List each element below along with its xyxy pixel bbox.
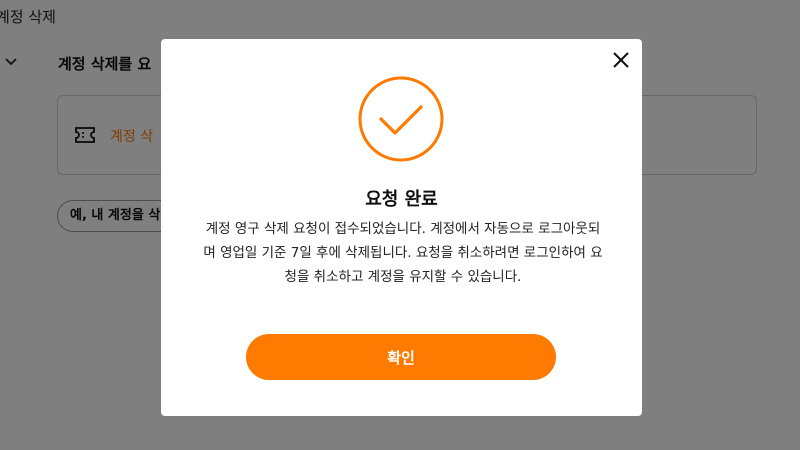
page: 계정 삭제 계정 삭제를 요 계정 삭 예, 내 계정을 삭 요청 완료 계정 … [0,0,800,450]
check-circle-icon [358,76,444,162]
close-icon[interactable] [612,51,630,69]
confirm-button[interactable]: 확인 [246,334,556,380]
dialog-title: 요청 완료 [365,189,438,210]
request-complete-dialog: 요청 완료 계정 영구 삭제 요청이 접수되었습니다. 계정에서 자동으로 로그… [161,39,642,416]
dialog-message: 계정 영구 삭제 요청이 접수되었습니다. 계정에서 자동으로 로그아웃되며 영… [203,221,603,285]
